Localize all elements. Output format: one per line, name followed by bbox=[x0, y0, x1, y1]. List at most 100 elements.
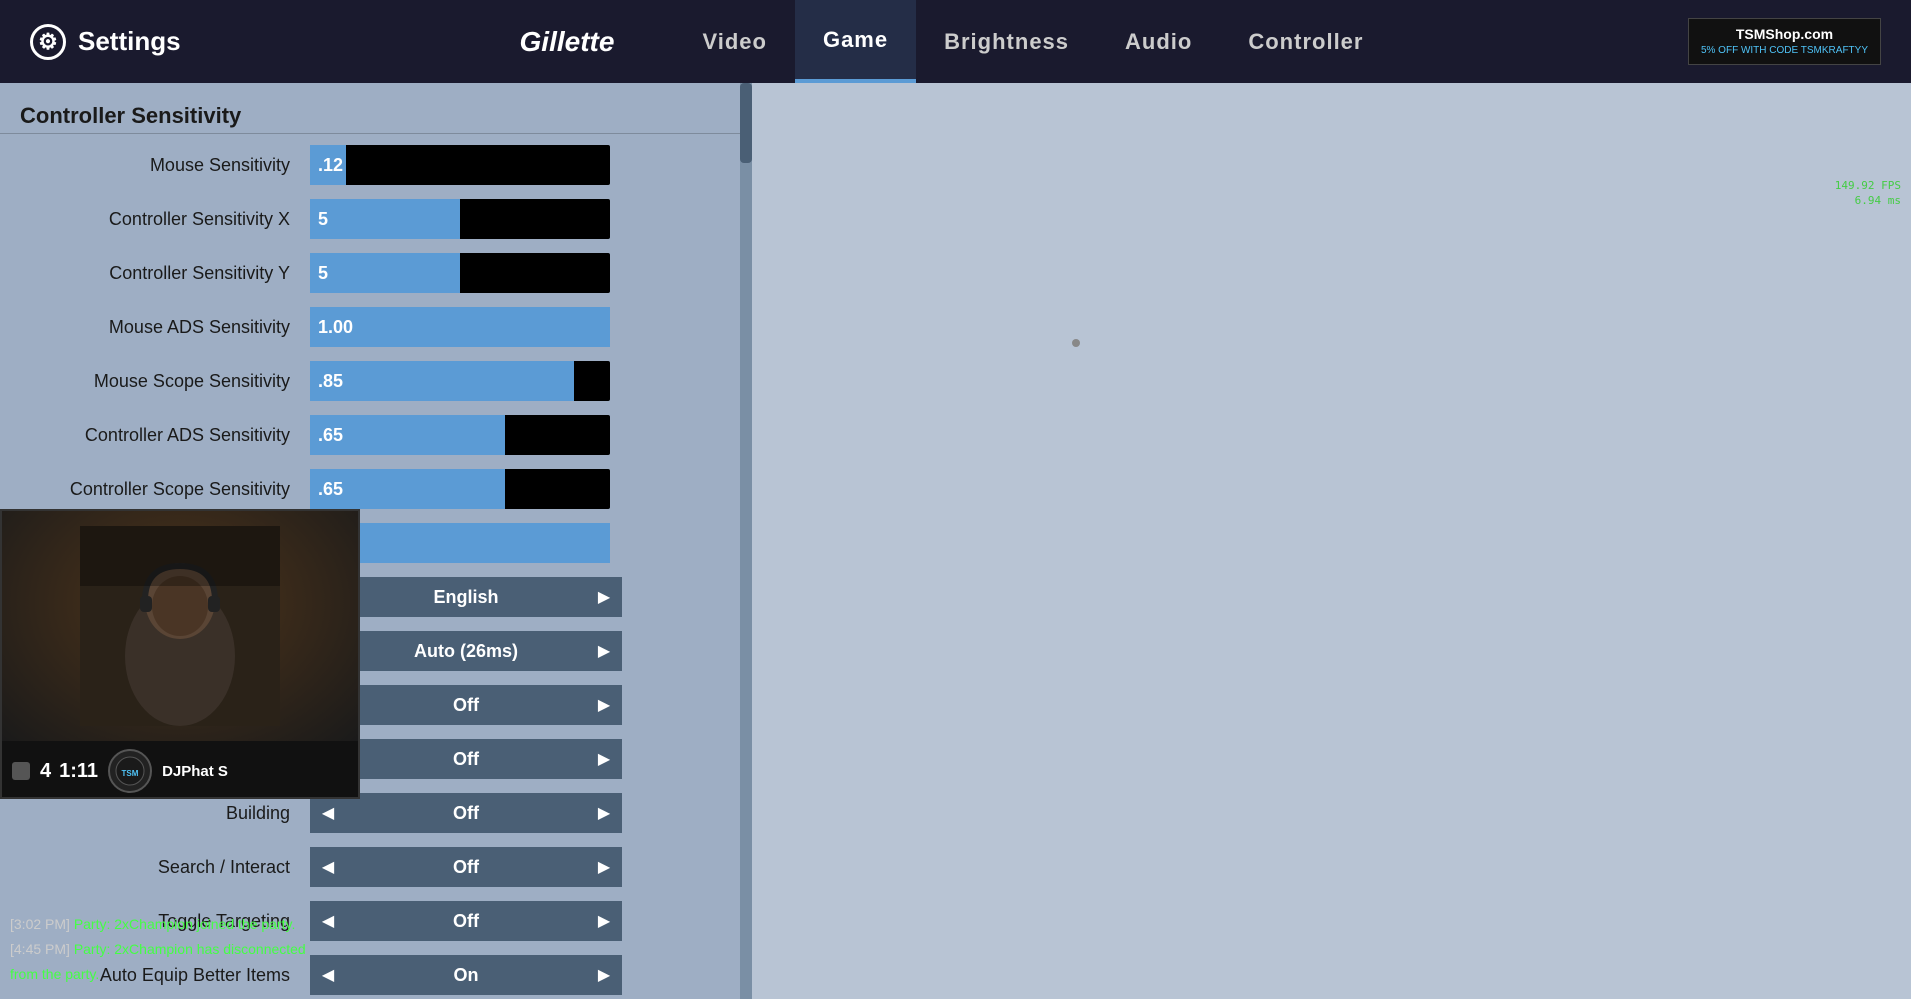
time-display: 1:11 bbox=[59, 760, 98, 783]
arrow-left-building[interactable]: ◀ bbox=[310, 793, 346, 833]
setting-control-input-latency[interactable]: ◀ Auto (26ms) ▶ bbox=[310, 631, 720, 671]
chat-message-3: from the party. bbox=[10, 964, 390, 985]
setting-control-look-scale[interactable]: 1.00 bbox=[310, 523, 720, 563]
shop-banner: TSMShop.com 5% OFF WITH CODE TSMKRAFTYY bbox=[1688, 18, 1881, 66]
setting-control-mouse-ads[interactable]: 1.00 bbox=[310, 307, 720, 347]
setting-row-search-interact: Search / Interact ◀ Off ▶ bbox=[0, 840, 740, 894]
nav-controller[interactable]: Controller bbox=[1220, 0, 1391, 83]
cursor bbox=[1072, 339, 1080, 347]
setting-control-mouse-sensitivity[interactable]: .12 bbox=[310, 145, 720, 185]
svg-text:TSM: TSM bbox=[122, 769, 139, 778]
arrow-left-search-interact[interactable]: ◀ bbox=[310, 847, 346, 887]
header-nav: Gillette Video Game Brightness Audio Con… bbox=[250, 0, 1661, 83]
fps-counter: 149.92 FPS 6.94 ms bbox=[1835, 178, 1901, 209]
settings-title: ⚙ Settings bbox=[30, 24, 250, 60]
slider-controller-y[interactable]: 5 bbox=[310, 253, 610, 293]
setting-control-language[interactable]: ◀ English ▶ bbox=[310, 577, 720, 617]
toggle-value-search-interact: Off bbox=[346, 847, 586, 887]
chat-text-1: Party: 2xChampion joined the party. bbox=[74, 916, 296, 932]
slider-value: .85 bbox=[318, 371, 343, 392]
nav-game[interactable]: Game bbox=[795, 0, 916, 83]
nav-audio[interactable]: Audio bbox=[1097, 0, 1220, 83]
webcam-overlay: 4 1:11 TSM DJPhat S bbox=[0, 509, 360, 799]
ms-value: 6.94 ms bbox=[1835, 193, 1901, 208]
setting-control-search-interact[interactable]: ◀ Off ▶ bbox=[310, 847, 720, 887]
slider-mouse-ads[interactable]: 1.00 bbox=[310, 307, 610, 347]
setting-row-mouse-ads: Mouse ADS Sensitivity 1.00 bbox=[0, 300, 740, 354]
setting-row-controller-ads: Controller ADS Sensitivity .65 bbox=[0, 408, 740, 462]
fps-value: 149.92 FPS bbox=[1835, 178, 1901, 193]
nav-brightness[interactable]: Brightness bbox=[916, 0, 1097, 83]
slider-value: 1.00 bbox=[318, 317, 353, 338]
toggle-building[interactable]: ◀ Off ▶ bbox=[310, 793, 622, 833]
header-right: TSMShop.com 5% OFF WITH CODE TSMKRAFTYY bbox=[1661, 18, 1881, 66]
slider-controller-x[interactable]: 5 bbox=[310, 199, 610, 239]
setting-control-streamer-view[interactable]: ◀ Off ▶ bbox=[310, 685, 720, 725]
setting-control-controller-ads[interactable]: .65 bbox=[310, 415, 720, 455]
slider-controller-scope[interactable]: .65 bbox=[310, 469, 610, 509]
nav-video[interactable]: Video bbox=[674, 0, 795, 83]
toggle-value-building: Off bbox=[346, 793, 586, 833]
slider-value: .65 bbox=[318, 479, 343, 500]
right-area: 149.92 FPS 6.94 ms bbox=[752, 83, 1911, 999]
setting-control-mouse-scope[interactable]: .85 bbox=[310, 361, 720, 401]
setting-label-mouse-scope: Mouse Scope Sensitivity bbox=[20, 371, 310, 392]
chat-overlay: [3:02 PM] Party: 2xChampion joined the p… bbox=[0, 904, 400, 999]
webcam-person bbox=[2, 511, 358, 741]
arrow-right-input-latency[interactable]: ▶ bbox=[586, 631, 622, 671]
setting-control-controller-scope[interactable]: .65 bbox=[310, 469, 720, 509]
setting-row-mouse-sensitivity: Mouse Sensitivity .12 bbox=[0, 138, 740, 192]
chat-text-2: Party: 2xChampion has disconnected bbox=[74, 941, 306, 957]
setting-row-controller-x: Controller Sensitivity X 5 bbox=[0, 192, 740, 246]
brand-logo: Gillette bbox=[520, 26, 615, 58]
slider-value: 5 bbox=[318, 209, 328, 230]
tsm-logo: TSM bbox=[108, 749, 152, 793]
toggle-search-interact[interactable]: ◀ Off ▶ bbox=[310, 847, 622, 887]
arrow-right-search-interact[interactable]: ▶ bbox=[586, 847, 622, 887]
webcam-video bbox=[2, 511, 358, 741]
setting-row-mouse-scope: Mouse Scope Sensitivity .85 bbox=[0, 354, 740, 408]
shop-name: TSMShop.com bbox=[1701, 25, 1868, 45]
chat-message-2: [4:45 PM] Party: 2xChampion has disconne… bbox=[10, 939, 390, 960]
settings-label: Settings bbox=[78, 26, 181, 57]
arrow-right-auto-equip[interactable]: ▶ bbox=[586, 955, 622, 995]
setting-label-controller-scope: Controller Scope Sensitivity bbox=[20, 479, 310, 500]
mic-icon bbox=[12, 762, 30, 780]
scroll-thumb[interactable] bbox=[740, 83, 752, 163]
streamer-name: DJPhat S bbox=[162, 763, 228, 780]
slider-fill bbox=[310, 361, 574, 401]
slider-value: .12 bbox=[318, 155, 343, 176]
setting-label-controller-x: Controller Sensitivity X bbox=[20, 209, 310, 230]
chat-text-3: from the party. bbox=[10, 966, 99, 982]
slider-mouse-sensitivity[interactable]: .12 bbox=[310, 145, 610, 185]
slider-mouse-scope[interactable]: .85 bbox=[310, 361, 610, 401]
webcam-info: 4 1:11 bbox=[40, 760, 98, 783]
setting-control-footprint[interactable]: ◀ Off ▶ bbox=[310, 739, 720, 779]
section-header: Controller Sensitivity bbox=[0, 93, 740, 134]
setting-label-controller-ads: Controller ADS Sensitivity bbox=[20, 425, 310, 446]
person-silhouette bbox=[80, 526, 280, 726]
slider-value: 5 bbox=[318, 263, 328, 284]
arrow-right-building[interactable]: ▶ bbox=[586, 793, 622, 833]
chat-time-1: [3:02 PM] bbox=[10, 916, 70, 932]
gear-icon: ⚙ bbox=[30, 24, 66, 60]
toggle-value-streamer-view: Off bbox=[346, 685, 586, 725]
setting-row-controller-y: Controller Sensitivity Y 5 bbox=[0, 246, 740, 300]
setting-label-controller-y: Controller Sensitivity Y bbox=[20, 263, 310, 284]
slider-controller-ads[interactable]: .65 bbox=[310, 415, 610, 455]
webcam-bottom: 4 1:11 TSM DJPhat S bbox=[2, 741, 358, 799]
slider-fill bbox=[310, 307, 610, 347]
toggle-value-input-latency: Auto (26ms) bbox=[346, 631, 586, 671]
arrow-right-streamer-view[interactable]: ▶ bbox=[586, 685, 622, 725]
setting-label-mouse-ads: Mouse ADS Sensitivity bbox=[20, 317, 310, 338]
setting-control-building[interactable]: ◀ Off ▶ bbox=[310, 793, 720, 833]
arrow-right-footprint[interactable]: ▶ bbox=[586, 739, 622, 779]
scrollbar[interactable] bbox=[740, 83, 752, 999]
kill-count: 4 bbox=[40, 760, 51, 783]
arrow-right-toggle-targeting[interactable]: ▶ bbox=[586, 901, 622, 941]
setting-row-controller-scope: Controller Scope Sensitivity .65 bbox=[0, 462, 740, 516]
setting-control-controller-x[interactable]: 5 bbox=[310, 199, 720, 239]
setting-control-controller-y[interactable]: 5 bbox=[310, 253, 720, 293]
arrow-right-language[interactable]: ▶ bbox=[586, 577, 622, 617]
chat-time-2: [4:45 PM] bbox=[10, 941, 70, 957]
